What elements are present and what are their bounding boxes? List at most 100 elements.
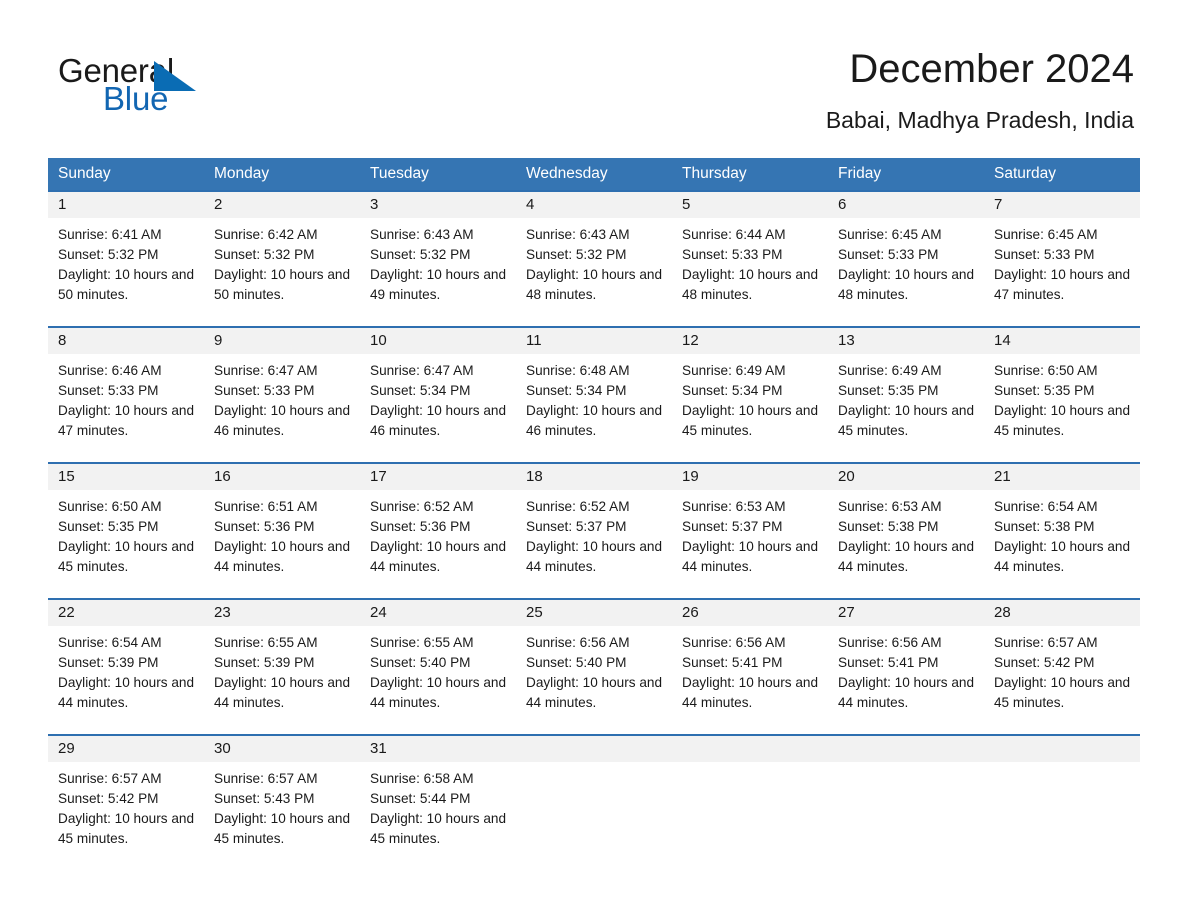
sunset-text: Sunset: 5:39 PM [58, 655, 159, 670]
week-row: 29 30 31 Sunrise: 6:57 AM Sunset: 5:42 P… [48, 734, 1140, 870]
logo-text-blue: Blue [103, 80, 169, 117]
day-number[interactable]: 3 [360, 192, 516, 218]
sunset-text: Sunset: 5:34 PM [682, 383, 783, 398]
day-number[interactable]: 30 [204, 736, 360, 762]
daylight-text: Daylight: 10 hours and 45 minutes. [370, 811, 507, 846]
day-cell[interactable]: Sunrise: 6:48 AM Sunset: 5:34 PM Dayligh… [516, 354, 672, 462]
day-cell[interactable]: Sunrise: 6:55 AM Sunset: 5:39 PM Dayligh… [204, 626, 360, 734]
sunset-text: Sunset: 5:33 PM [682, 247, 783, 262]
day-number[interactable]: 12 [672, 328, 828, 354]
page-title: December 2024 [849, 47, 1134, 91]
daylight-text: Daylight: 10 hours and 45 minutes. [58, 539, 195, 574]
day-cell[interactable]: Sunrise: 6:41 AM Sunset: 5:32 PM Dayligh… [48, 218, 204, 326]
day-cell[interactable]: Sunrise: 6:53 AM Sunset: 5:37 PM Dayligh… [672, 490, 828, 598]
day-cell[interactable]: Sunrise: 6:55 AM Sunset: 5:40 PM Dayligh… [360, 626, 516, 734]
week-date-band: 8 9 10 11 12 13 14 [48, 328, 1140, 354]
day-number-empty [828, 736, 984, 762]
day-number[interactable]: 16 [204, 464, 360, 490]
day-cell[interactable]: Sunrise: 6:57 AM Sunset: 5:42 PM Dayligh… [984, 626, 1140, 734]
sunrise-text: Sunrise: 6:51 AM [214, 499, 318, 514]
day-number[interactable]: 21 [984, 464, 1140, 490]
day-cell-empty [672, 762, 828, 870]
daylight-text: Daylight: 10 hours and 46 minutes. [526, 403, 663, 438]
day-number[interactable]: 17 [360, 464, 516, 490]
day-number-empty [984, 736, 1140, 762]
daylight-text: Daylight: 10 hours and 46 minutes. [370, 403, 507, 438]
day-cell[interactable]: Sunrise: 6:49 AM Sunset: 5:35 PM Dayligh… [828, 354, 984, 462]
day-cell[interactable]: Sunrise: 6:49 AM Sunset: 5:34 PM Dayligh… [672, 354, 828, 462]
day-number[interactable]: 1 [48, 192, 204, 218]
week-date-band: 22 23 24 25 26 27 28 [48, 600, 1140, 626]
daylight-text: Daylight: 10 hours and 44 minutes. [838, 539, 975, 574]
day-cell[interactable]: Sunrise: 6:51 AM Sunset: 5:36 PM Dayligh… [204, 490, 360, 598]
day-cell[interactable]: Sunrise: 6:47 AM Sunset: 5:33 PM Dayligh… [204, 354, 360, 462]
day-cell[interactable]: Sunrise: 6:45 AM Sunset: 5:33 PM Dayligh… [984, 218, 1140, 326]
day-number[interactable]: 6 [828, 192, 984, 218]
day-cell[interactable]: Sunrise: 6:54 AM Sunset: 5:38 PM Dayligh… [984, 490, 1140, 598]
day-cell[interactable]: Sunrise: 6:43 AM Sunset: 5:32 PM Dayligh… [516, 218, 672, 326]
calendar-grid: Sunday Monday Tuesday Wednesday Thursday… [48, 158, 1140, 870]
week-row: 22 23 24 25 26 27 28 Sunrise: 6:54 AM Su… [48, 598, 1140, 734]
day-cell[interactable]: Sunrise: 6:43 AM Sunset: 5:32 PM Dayligh… [360, 218, 516, 326]
day-number[interactable]: 11 [516, 328, 672, 354]
sunrise-text: Sunrise: 6:55 AM [214, 635, 318, 650]
day-number[interactable]: 2 [204, 192, 360, 218]
daylight-text: Daylight: 10 hours and 45 minutes. [214, 811, 351, 846]
sunset-text: Sunset: 5:33 PM [214, 383, 315, 398]
day-cell[interactable]: Sunrise: 6:44 AM Sunset: 5:33 PM Dayligh… [672, 218, 828, 326]
day-cell[interactable]: Sunrise: 6:57 AM Sunset: 5:42 PM Dayligh… [48, 762, 204, 870]
day-cell[interactable]: Sunrise: 6:56 AM Sunset: 5:41 PM Dayligh… [828, 626, 984, 734]
day-number[interactable]: 25 [516, 600, 672, 626]
day-cell[interactable]: Sunrise: 6:42 AM Sunset: 5:32 PM Dayligh… [204, 218, 360, 326]
daylight-text: Daylight: 10 hours and 44 minutes. [214, 675, 351, 710]
day-cell[interactable]: Sunrise: 6:57 AM Sunset: 5:43 PM Dayligh… [204, 762, 360, 870]
day-cell[interactable]: Sunrise: 6:52 AM Sunset: 5:36 PM Dayligh… [360, 490, 516, 598]
sunset-text: Sunset: 5:38 PM [838, 519, 939, 534]
week-row: 15 16 17 18 19 20 21 Sunrise: 6:50 AM Su… [48, 462, 1140, 598]
day-number[interactable]: 24 [360, 600, 516, 626]
day-number[interactable]: 9 [204, 328, 360, 354]
sunset-text: Sunset: 5:32 PM [526, 247, 627, 262]
day-cell[interactable]: Sunrise: 6:50 AM Sunset: 5:35 PM Dayligh… [48, 490, 204, 598]
weekday-header-friday: Friday [838, 165, 882, 182]
day-cell[interactable]: Sunrise: 6:50 AM Sunset: 5:35 PM Dayligh… [984, 354, 1140, 462]
day-number[interactable]: 28 [984, 600, 1140, 626]
day-number[interactable]: 27 [828, 600, 984, 626]
daylight-text: Daylight: 10 hours and 44 minutes. [370, 675, 507, 710]
sunrise-text: Sunrise: 6:53 AM [838, 499, 942, 514]
sunrise-text: Sunrise: 6:52 AM [526, 499, 630, 514]
day-number[interactable]: 5 [672, 192, 828, 218]
day-cell[interactable]: Sunrise: 6:47 AM Sunset: 5:34 PM Dayligh… [360, 354, 516, 462]
day-cell[interactable]: Sunrise: 6:54 AM Sunset: 5:39 PM Dayligh… [48, 626, 204, 734]
day-number[interactable]: 22 [48, 600, 204, 626]
day-number[interactable]: 10 [360, 328, 516, 354]
day-number[interactable]: 7 [984, 192, 1140, 218]
daylight-text: Daylight: 10 hours and 50 minutes. [58, 267, 195, 302]
day-number[interactable]: 18 [516, 464, 672, 490]
day-number[interactable]: 8 [48, 328, 204, 354]
sunset-text: Sunset: 5:33 PM [58, 383, 159, 398]
sunrise-text: Sunrise: 6:47 AM [370, 363, 474, 378]
day-cell[interactable]: Sunrise: 6:56 AM Sunset: 5:41 PM Dayligh… [672, 626, 828, 734]
day-number[interactable]: 4 [516, 192, 672, 218]
day-number[interactable]: 19 [672, 464, 828, 490]
day-cell[interactable]: Sunrise: 6:52 AM Sunset: 5:37 PM Dayligh… [516, 490, 672, 598]
day-cell[interactable]: Sunrise: 6:45 AM Sunset: 5:33 PM Dayligh… [828, 218, 984, 326]
day-number[interactable]: 31 [360, 736, 516, 762]
sunset-text: Sunset: 5:32 PM [370, 247, 471, 262]
sunrise-text: Sunrise: 6:43 AM [526, 227, 630, 242]
daylight-text: Daylight: 10 hours and 44 minutes. [58, 675, 195, 710]
day-cell[interactable]: Sunrise: 6:53 AM Sunset: 5:38 PM Dayligh… [828, 490, 984, 598]
sunrise-text: Sunrise: 6:45 AM [838, 227, 942, 242]
day-number[interactable]: 14 [984, 328, 1140, 354]
sunrise-text: Sunrise: 6:41 AM [58, 227, 162, 242]
day-number[interactable]: 13 [828, 328, 984, 354]
day-number[interactable]: 23 [204, 600, 360, 626]
day-number[interactable]: 15 [48, 464, 204, 490]
day-cell[interactable]: Sunrise: 6:58 AM Sunset: 5:44 PM Dayligh… [360, 762, 516, 870]
day-number[interactable]: 29 [48, 736, 204, 762]
day-number[interactable]: 20 [828, 464, 984, 490]
day-number[interactable]: 26 [672, 600, 828, 626]
day-cell[interactable]: Sunrise: 6:56 AM Sunset: 5:40 PM Dayligh… [516, 626, 672, 734]
day-cell[interactable]: Sunrise: 6:46 AM Sunset: 5:33 PM Dayligh… [48, 354, 204, 462]
